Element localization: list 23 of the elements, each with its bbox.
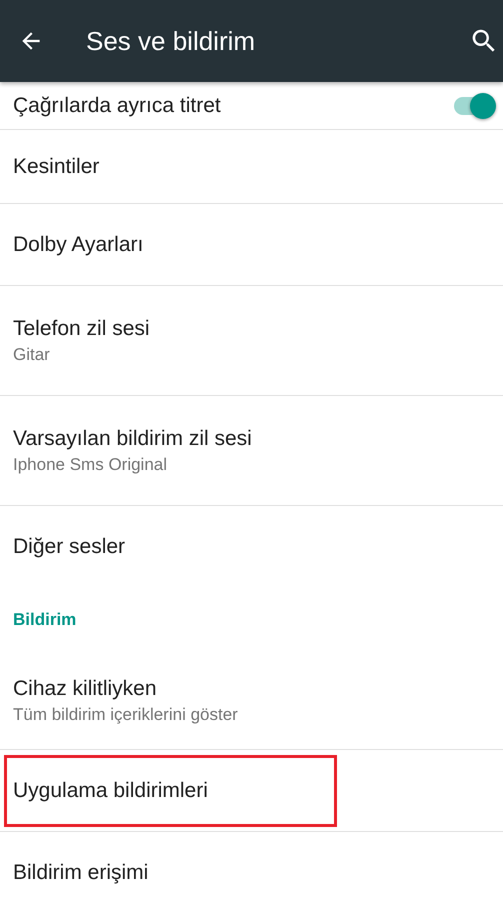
item-title: Telefon zil sesi [13,316,150,340]
settings-item[interactable]: Diğer sesler [0,506,503,588]
settings-item[interactable]: Cihaz kilitliyken Tüm bildirim içeriklerini göster [0,652,503,750]
section-header: Bildirim [13,610,76,630]
settings-item[interactable]: Çağrılarda ayrıca titret [0,82,503,130]
item-title: Dolby Ayarları [13,232,144,256]
item-title: Bildirim erişimi [13,861,148,885]
item-summary: Iphone Sms Original [13,454,168,474]
item-summary: Tüm bildirim içeriklerini göster [13,704,238,724]
settings-item[interactable]: Telefon zil sesi Gitar [0,286,503,396]
settings-item[interactable]: Varsayılan bildirim zil sesi Iphone Sms Original [0,396,503,506]
settings-item[interactable]: Uygulama bildirimleri [0,750,503,832]
item-title: Diğer sesler [13,535,126,559]
settings-item[interactable]: Dolby Ayarları [0,204,503,286]
app-bar-title: Ses ve bildirim [86,26,256,56]
item-summary: Gitar [13,344,51,364]
settings-item[interactable]: Bildirim erişimi [0,832,503,914]
item-title: Varsayılan bildirim zil sesi [13,426,252,450]
item-title: Cihaz kilitliyken [13,676,158,700]
item-title: Çağrılarda ayrıca titret [13,94,221,118]
item-title: Uygulama bildirimleri [13,778,208,802]
settings-item[interactable]: Kesintiler [0,130,503,204]
item-title: Kesintiler [13,154,100,178]
